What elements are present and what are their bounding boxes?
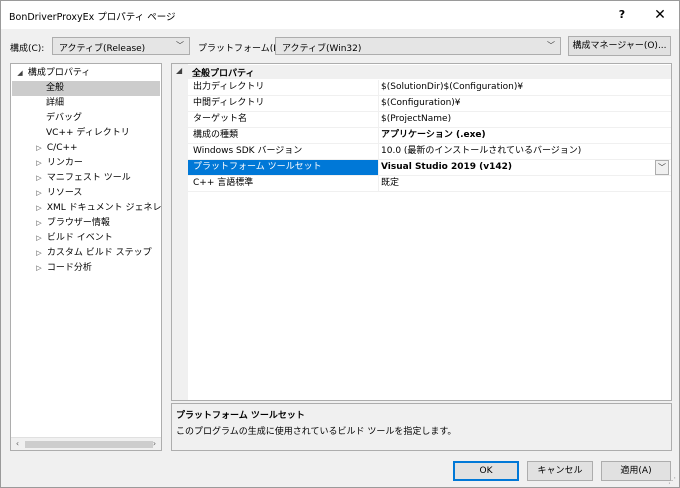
collapsed-triangle-icon[interactable]: ▷	[34, 141, 44, 156]
description-pane: プラットフォーム ツールセット このプログラムの生成に使用されているビルド ツー…	[171, 403, 672, 451]
configuration-combo[interactable]: アクティブ(Release) ﹀	[52, 37, 190, 55]
property-name: 出力ディレクトリ	[188, 80, 379, 95]
tree-item-general[interactable]: 全般	[12, 81, 160, 96]
tree-item-label: マニフェスト ツール	[46, 173, 131, 183]
property-name: 構成の種類	[188, 128, 379, 143]
tree-item-vc-directories[interactable]: VC++ ディレクトリ	[46, 126, 130, 141]
collapsed-triangle-icon[interactable]: ▷	[34, 246, 44, 261]
collapsed-triangle-icon[interactable]: ▷	[34, 201, 44, 216]
configuration-manager-button[interactable]: 構成マネージャー(O)...	[568, 36, 671, 56]
property-name: プラットフォーム ツールセット	[188, 160, 379, 175]
property-value[interactable]: アプリケーション (.exe)	[381, 128, 671, 143]
tree-item-configuration-properties[interactable]: ◢ 構成プロパティ	[15, 66, 161, 81]
tree-item-debugging[interactable]: デバッグ	[46, 111, 82, 126]
property-row-cpp-language-standard[interactable]: C++ 言語標準 既定	[188, 176, 671, 192]
tree-item-custom-build-step[interactable]: ▷ カスタム ビルド ステップ	[34, 246, 152, 261]
property-row-configuration-type[interactable]: 構成の種類 アプリケーション (.exe)	[188, 128, 671, 144]
property-row-intermediate-directory[interactable]: 中間ディレクトリ $(Configuration)¥	[188, 96, 671, 112]
property-row-output-directory[interactable]: 出力ディレクトリ $(SolutionDir)$(Configuration)¥	[188, 80, 671, 96]
configuration-value: アクティブ(Release)	[59, 44, 146, 54]
expanded-triangle-icon[interactable]: ◢	[15, 66, 25, 81]
property-value[interactable]: Visual Studio 2019 (v142)	[381, 160, 671, 175]
property-grid[interactable]: ◢ 全般プロパティ 出力ディレクトリ $(SolutionDir)$(Confi…	[171, 63, 672, 401]
title-bar: BonDriverProxyEx プロパティ ページ ? ✕	[1, 1, 679, 29]
chevron-down-icon: ﹀	[547, 41, 555, 50]
tree-item-label: 構成プロパティ	[27, 68, 91, 78]
property-name: 中間ディレクトリ	[188, 96, 379, 111]
platform-label: プラットフォーム(P):	[198, 44, 286, 54]
collapsed-triangle-icon[interactable]: ▷	[34, 261, 44, 276]
property-value[interactable]: $(ProjectName)	[381, 112, 671, 127]
scroll-right-icon[interactable]: ›	[148, 438, 161, 450]
apply-button[interactable]: 適用(A)	[601, 461, 671, 481]
expanded-triangle-icon[interactable]: ◢	[176, 66, 182, 75]
property-value[interactable]: $(Configuration)¥	[381, 96, 671, 111]
collapsed-triangle-icon[interactable]: ▷	[34, 231, 44, 246]
tree-item-label: XML ドキュメント ジェネレーター	[46, 203, 162, 213]
tree-item-xml-document-generator[interactable]: ▷ XML ドキュメント ジェネレーター	[34, 201, 162, 216]
tree-item-label: ブラウザー情報	[46, 218, 110, 228]
property-value[interactable]: 既定	[381, 176, 671, 191]
tree-item-label: VC++ ディレクトリ	[46, 128, 130, 138]
tree-item-c-cpp[interactable]: ▷ C/C++	[34, 141, 78, 156]
collapsed-triangle-icon[interactable]: ▷	[34, 171, 44, 186]
tree-horizontal-scrollbar[interactable]: ‹ ›	[11, 437, 161, 450]
close-button[interactable]: ✕	[643, 3, 677, 27]
tree-item-label: リンカー	[46, 158, 83, 168]
configuration-label: 構成(C):	[10, 44, 45, 54]
property-row-target-name[interactable]: ターゲット名 $(ProjectName)	[188, 112, 671, 128]
scrollbar-thumb[interactable]	[25, 441, 153, 448]
property-row-platform-toolset[interactable]: プラットフォーム ツールセット Visual Studio 2019 (v142…	[188, 160, 671, 176]
property-row-windows-sdk-version[interactable]: Windows SDK バージョン 10.0 (最新のインストールされているバー…	[188, 144, 671, 160]
collapsed-triangle-icon[interactable]: ▷	[34, 216, 44, 231]
property-value[interactable]: $(SolutionDir)$(Configuration)¥	[381, 80, 671, 95]
tree-item-label: カスタム ビルド ステップ	[46, 248, 152, 258]
description-text: このプログラムの生成に使用されているビルド ツールを指定します。	[176, 427, 457, 437]
tree-item-label: 全般	[46, 83, 65, 93]
tree-item-label: デバッグ	[46, 113, 83, 123]
platform-value: アクティブ(Win32)	[282, 44, 362, 54]
tree-item-browse-information[interactable]: ▷ ブラウザー情報	[34, 216, 110, 231]
property-name: Windows SDK バージョン	[188, 144, 379, 159]
category-general-properties[interactable]: ◢ 全般プロパティ	[172, 65, 671, 79]
scroll-left-icon[interactable]: ‹	[11, 438, 24, 450]
help-button[interactable]: ?	[605, 3, 639, 27]
collapsed-triangle-icon[interactable]: ▷	[34, 156, 44, 171]
tree-item-label: C/C++	[46, 143, 78, 153]
platform-combo[interactable]: アクティブ(Win32) ﹀	[275, 37, 561, 55]
ok-button[interactable]: OK	[453, 461, 519, 481]
chevron-down-icon[interactable]: ﹀	[655, 160, 669, 175]
window-title: BonDriverProxyEx プロパティ ページ	[9, 12, 176, 23]
tree-item-label: ビルド イベント	[46, 233, 113, 243]
tree-item-linker[interactable]: ▷ リンカー	[34, 156, 83, 171]
property-value[interactable]: 10.0 (最新のインストールされているバージョン)	[381, 144, 671, 159]
tree-item-manifest-tool[interactable]: ▷ マニフェスト ツール	[34, 171, 131, 186]
resize-grip-icon[interactable]: ⋰	[668, 476, 676, 485]
property-name: ターゲット名	[188, 112, 379, 127]
property-tree[interactable]: ◢ 構成プロパティ 全般 詳細 デバッグ VC++ ディレクトリ ▷ C/C++…	[10, 63, 162, 451]
property-pages-dialog: BonDriverProxyEx プロパティ ページ ? ✕ 構成(C): アク…	[0, 0, 680, 488]
tree-item-label: 詳細	[46, 98, 65, 108]
description-title: プラットフォーム ツールセット	[176, 411, 305, 421]
tree-item-build-events[interactable]: ▷ ビルド イベント	[34, 231, 113, 246]
chevron-down-icon: ﹀	[176, 41, 184, 50]
tree-item-advanced[interactable]: 詳細	[46, 96, 64, 111]
property-name: C++ 言語標準	[188, 176, 379, 191]
cancel-button[interactable]: キャンセル	[527, 461, 593, 481]
category-label: 全般プロパティ	[192, 69, 255, 79]
tree-item-label: コード分析	[46, 263, 92, 273]
collapsed-triangle-icon[interactable]: ▷	[34, 186, 44, 201]
tree-item-code-analysis[interactable]: ▷ コード分析	[34, 261, 92, 276]
grid-gutter	[172, 64, 188, 400]
tree-item-label: リソース	[46, 188, 83, 198]
tree-item-resources[interactable]: ▷ リソース	[34, 186, 82, 201]
